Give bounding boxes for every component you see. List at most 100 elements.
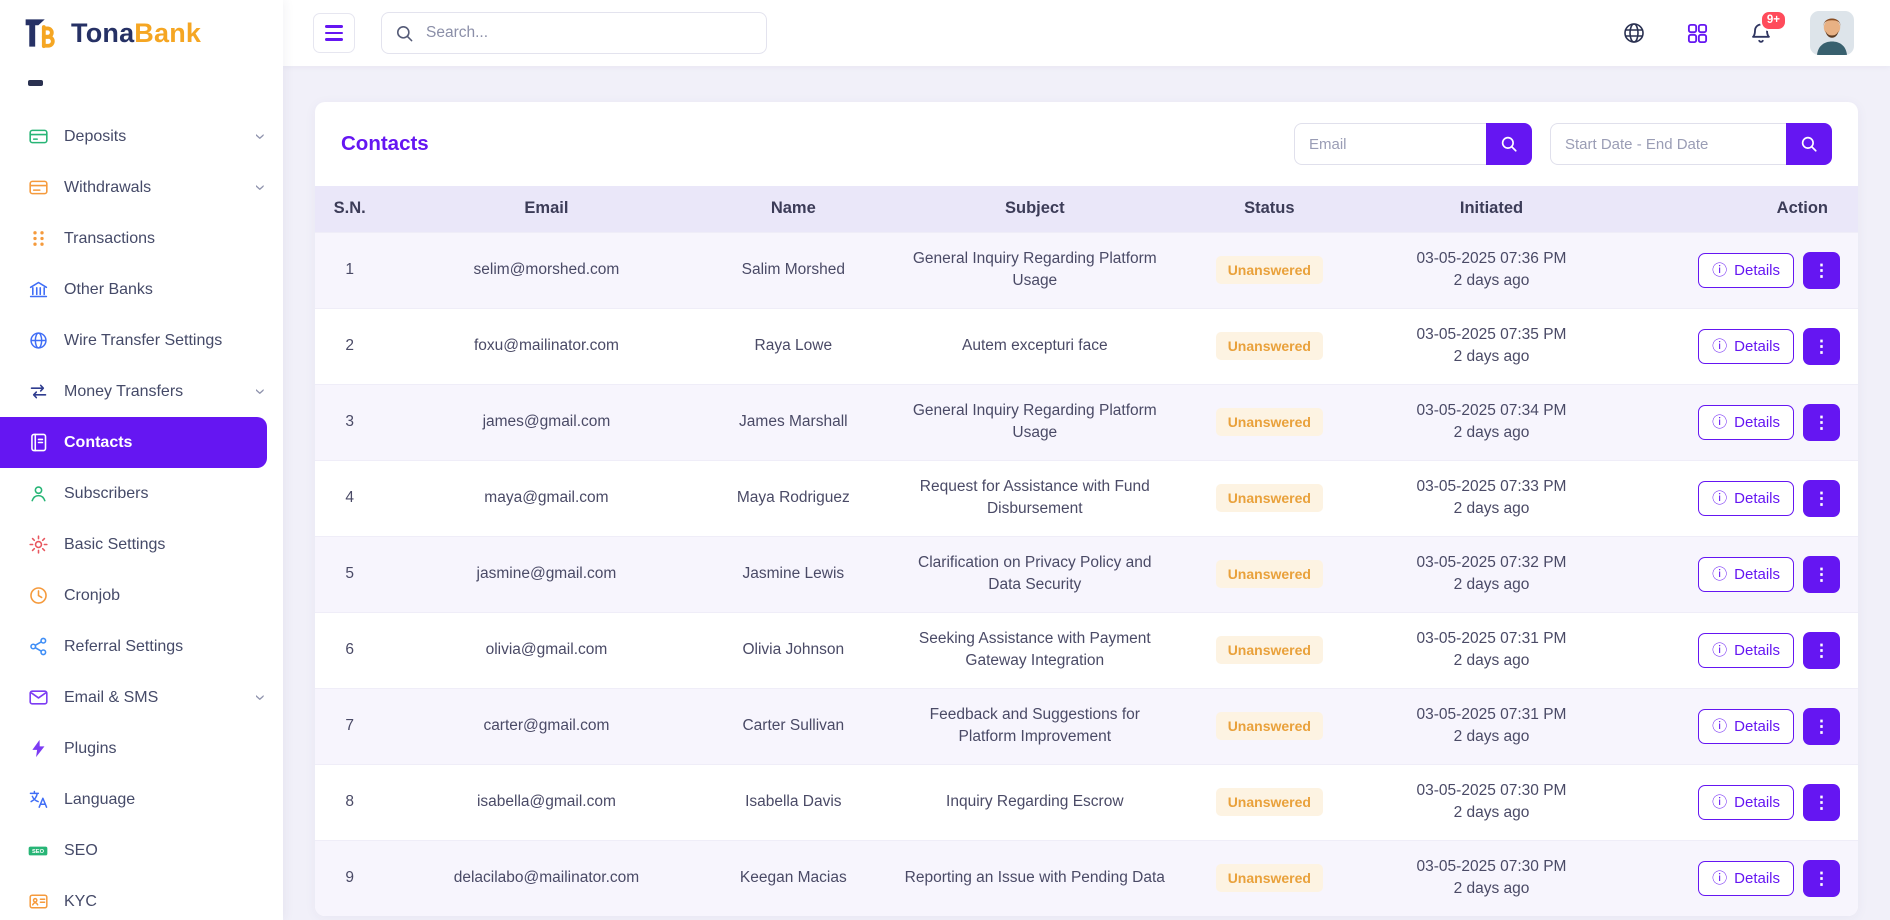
sidebar-item-withdrawals[interactable]: Withdrawals › <box>0 162 283 213</box>
cell-sn: 1 <box>315 232 384 308</box>
sidebar-item-language[interactable]: Language <box>0 774 283 825</box>
contacts-table-body: 1 selim@morshed.com Salim Morshed Genera… <box>315 232 1858 916</box>
search-input[interactable] <box>424 23 753 43</box>
sidebar: TonaBank Deposits › Withdrawals › Transa… <box>0 0 283 920</box>
sidebar-item-contacts[interactable]: Contacts <box>0 417 267 468</box>
table-header-row: S.N. Email Name Subject Status Initiated… <box>315 186 1858 232</box>
sidebar-item-basic-settings[interactable]: Basic Settings <box>0 519 283 570</box>
sidebar-item-label: Referral Settings <box>64 638 183 656</box>
sidebar-item-wire-transfer-settings[interactable]: Wire Transfer Settings <box>0 315 283 366</box>
contacts-table: S.N. Email Name Subject Status Initiated… <box>315 186 1858 916</box>
details-button[interactable]: ⓘDetails <box>1698 861 1794 896</box>
status-badge: Unanswered <box>1216 636 1323 664</box>
transactions-icon <box>27 228 49 250</box>
deposits-icon <box>27 126 49 148</box>
initiated-relative-time: 2 days ago <box>1357 652 1626 670</box>
sidebar-item-email-sms[interactable]: Email & SMS › <box>0 672 283 723</box>
cell-name: Raya Lowe <box>708 308 878 384</box>
cell-sn: 9 <box>315 840 384 916</box>
sidebar-item-seo[interactable]: SEO SEO <box>0 825 283 876</box>
sidebar-item-label: Contacts <box>64 434 132 452</box>
brand-logo[interactable]: TonaBank <box>0 0 283 66</box>
notification-count-badge: 9+ <box>1760 10 1787 31</box>
sidebar-item-subscribers[interactable]: Subscribers <box>0 468 283 519</box>
details-button[interactable]: ⓘDetails <box>1698 785 1794 820</box>
row-menu-button[interactable]: ⋮ <box>1803 860 1840 897</box>
date-range-input[interactable] <box>1550 123 1786 165</box>
sidebar-item-deposits[interactable]: Deposits › <box>0 111 283 162</box>
bolt-icon <box>27 738 49 760</box>
details-button[interactable]: ⓘDetails <box>1698 633 1794 668</box>
cell-initiated: 03-05-2025 07:30 PM 2 days ago <box>1347 764 1636 840</box>
envelope-icon <box>27 687 49 709</box>
row-menu-button[interactable]: ⋮ <box>1803 556 1840 593</box>
details-button[interactable]: ⓘDetails <box>1698 481 1794 516</box>
details-button[interactable]: ⓘDetails <box>1698 557 1794 592</box>
table-row: 6 olivia@gmail.com Olivia Johnson Seekin… <box>315 612 1858 688</box>
info-icon: ⓘ <box>1712 719 1727 734</box>
chevron-down-icon: › <box>250 694 269 700</box>
sidebar-item-plugins[interactable]: Plugins <box>0 723 283 774</box>
cell-sn: 6 <box>315 612 384 688</box>
sidebar-item-money-transfers[interactable]: Money Transfers › <box>0 366 283 417</box>
initiated-relative-time: 2 days ago <box>1357 804 1626 822</box>
cell-action: ⓘDetails ⋮ <box>1636 688 1858 764</box>
topbar: 9+ <box>283 0 1890 66</box>
status-badge: Unanswered <box>1216 788 1323 816</box>
notifications-button[interactable]: 9+ <box>1746 18 1776 48</box>
column-header-action: Action <box>1636 186 1858 232</box>
sidebar-toggle-button[interactable] <box>313 13 355 53</box>
sidebar-item-other-banks[interactable]: Other Banks <box>0 264 283 315</box>
sidebar-item-label: Money Transfers <box>64 383 183 401</box>
date-filter-search-button[interactable] <box>1786 123 1832 165</box>
globe-icon <box>1622 21 1646 45</box>
info-icon: ⓘ <box>1712 795 1727 810</box>
initiated-datetime: 03-05-2025 07:34 PM <box>1357 402 1626 420</box>
row-menu-button[interactable]: ⋮ <box>1803 404 1840 441</box>
card-header: Contacts <box>315 102 1858 186</box>
user-icon <box>27 483 49 505</box>
seo-icon: SEO <box>27 840 49 862</box>
row-menu-button[interactable]: ⋮ <box>1803 480 1840 517</box>
email-filter-input[interactable] <box>1294 123 1486 165</box>
details-button[interactable]: ⓘDetails <box>1698 405 1794 440</box>
status-badge: Unanswered <box>1216 408 1323 436</box>
sidebar-item-transactions[interactable]: Transactions <box>0 213 283 264</box>
email-filter <box>1294 123 1532 165</box>
column-header-email: Email <box>384 186 708 232</box>
sidebar-item-label: Transactions <box>64 230 155 248</box>
row-menu-button[interactable]: ⋮ <box>1803 632 1840 669</box>
cell-name: Keegan Macias <box>708 840 878 916</box>
language-globe-button[interactable] <box>1619 18 1649 48</box>
sidebar-item-cronjob[interactable]: Cronjob <box>0 570 283 621</box>
initiated-datetime: 03-05-2025 07:31 PM <box>1357 630 1626 648</box>
cell-initiated: 03-05-2025 07:36 PM 2 days ago <box>1347 232 1636 308</box>
details-button[interactable]: ⓘDetails <box>1698 709 1794 744</box>
sidebar-item-label: Subscribers <box>64 485 148 503</box>
table-row: 9 delacilabo@mailinator.com Keegan Macia… <box>315 840 1858 916</box>
row-menu-button[interactable]: ⋮ <box>1803 328 1840 365</box>
cell-email: maya@gmail.com <box>384 460 708 536</box>
cell-name: Olivia Johnson <box>708 612 878 688</box>
sidebar-item-label: Email & SMS <box>64 689 158 707</box>
grid-icon <box>1686 22 1709 45</box>
cell-email: selim@morshed.com <box>384 232 708 308</box>
sidebar-item-label: Wire Transfer Settings <box>64 332 222 350</box>
details-button[interactable]: ⓘDetails <box>1698 329 1794 364</box>
chevron-down-icon: › <box>250 184 269 190</box>
sidebar-item-referral-settings[interactable]: Referral Settings <box>0 621 283 672</box>
row-menu-button[interactable]: ⋮ <box>1803 708 1840 745</box>
cell-subject: General Inquiry Regarding Platform Usage <box>878 384 1191 460</box>
user-avatar[interactable] <box>1810 11 1854 55</box>
apps-grid-button[interactable] <box>1683 19 1712 48</box>
status-badge: Unanswered <box>1216 560 1323 588</box>
main-area: 9+ Contacts <box>283 0 1890 920</box>
email-filter-search-button[interactable] <box>1486 123 1532 165</box>
sidebar-item-kyc[interactable]: KYC <box>0 876 283 920</box>
cell-status: Unanswered <box>1191 688 1347 764</box>
row-menu-button[interactable]: ⋮ <box>1803 252 1840 289</box>
gear-icon <box>27 534 49 556</box>
row-menu-button[interactable]: ⋮ <box>1803 784 1840 821</box>
info-icon: ⓘ <box>1712 871 1727 886</box>
details-button[interactable]: ⓘDetails <box>1698 253 1794 288</box>
